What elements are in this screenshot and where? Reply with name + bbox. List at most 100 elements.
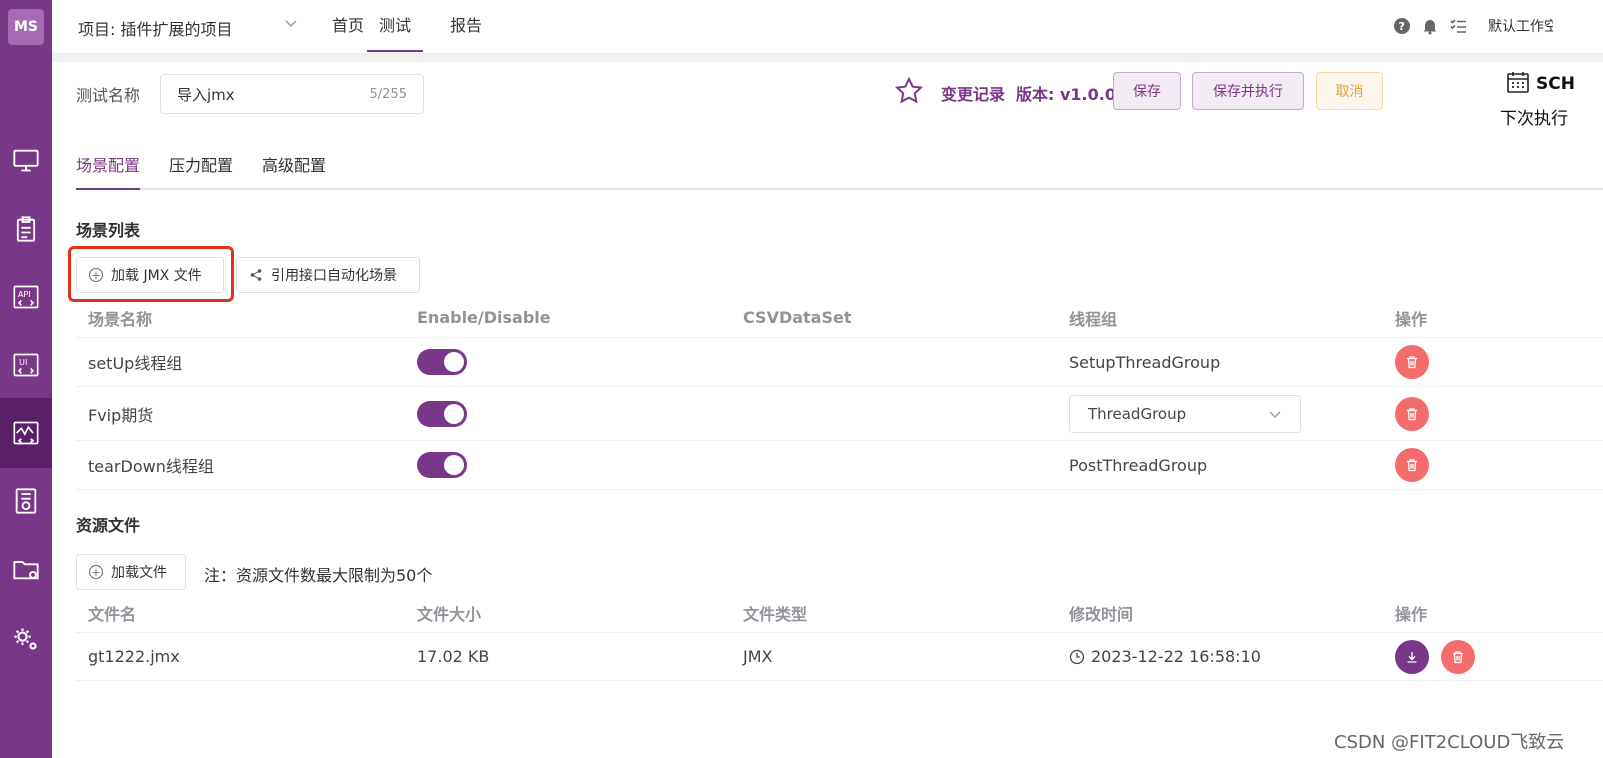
enable-cell xyxy=(417,338,467,386)
thread-group-selected: ThreadGroup xyxy=(1088,404,1187,423)
file-modified: 2023-12-22 16:58:10 xyxy=(1091,647,1261,666)
ui-icon: UI xyxy=(13,353,39,377)
bell-icon[interactable] xyxy=(1421,17,1439,35)
nav-test[interactable]: 测试 xyxy=(367,0,424,52)
col-actions: 操作 xyxy=(1395,309,1428,329)
modified-cell: 2023-12-22 16:58:10 xyxy=(1069,633,1261,680)
delete-button[interactable] xyxy=(1395,345,1429,379)
top-navbar: 项目: 插件扩展的项目 首页 测试 报告 ? 默认工作空间 xyxy=(52,0,1603,54)
sidebar-item-api[interactable]: API xyxy=(0,262,52,332)
main-content: 测试名称 导入jmx 5/255 变更记录 版本: v1.0.0 保存 保存并执… xyxy=(64,62,1603,758)
delete-button[interactable] xyxy=(1395,396,1429,431)
enable-toggle[interactable] xyxy=(417,400,467,427)
scene-name: setUp线程组 xyxy=(88,354,183,373)
schedule-label[interactable]: SCH xyxy=(1536,74,1575,94)
clock-icon xyxy=(1069,649,1085,664)
tab-scene-config[interactable]: 场景配置 xyxy=(76,154,141,190)
next-run-label: 下次执行 xyxy=(1500,109,1568,129)
sidebar-item-track[interactable] xyxy=(0,194,52,264)
table-row: Fvip期货 ThreadGroup xyxy=(76,387,1603,441)
change-log-link[interactable]: 变更记录 xyxy=(941,81,1005,105)
chevron-down-icon xyxy=(1269,411,1281,418)
sidebar-item-ui[interactable]: UI xyxy=(0,330,52,400)
plus-circle-icon: + xyxy=(89,268,103,282)
thread-group: SetupThreadGroup xyxy=(1069,352,1221,372)
enable-toggle[interactable] xyxy=(417,452,467,478)
calendar-icon[interactable] xyxy=(1506,70,1530,94)
version-label: 版本: v1.0.0 xyxy=(1016,85,1116,104)
sidebar-item-report[interactable] xyxy=(0,466,52,536)
scene-list-title: 场景列表 xyxy=(76,221,141,240)
chevron-down-icon[interactable] xyxy=(284,16,298,30)
svg-text:API: API xyxy=(18,289,31,299)
trash-icon xyxy=(1453,650,1463,663)
col-file-size: 文件大小 xyxy=(417,604,482,624)
header-divider xyxy=(52,54,1603,62)
scene-name: Fvip期货 xyxy=(88,405,154,425)
table-row: gt1222.jmx 17.02 KB JMX 2023-12-22 16:58… xyxy=(76,633,1603,681)
tab-pressure-config[interactable]: 压力配置 xyxy=(169,154,233,190)
file-size: 17.02 KB xyxy=(417,647,490,666)
actions-cell xyxy=(1395,441,1429,489)
load-file-label: 加载文件 xyxy=(111,565,167,581)
gear-icon xyxy=(14,628,37,650)
file-name: gt1222.jmx xyxy=(88,647,180,666)
save-and-run-button[interactable]: 保存并执行 xyxy=(1192,72,1304,110)
help-icon[interactable]: ? xyxy=(1393,17,1411,35)
project-selector[interactable]: 项目: 插件扩展的项目 xyxy=(78,16,232,40)
load-jmx-button[interactable]: + 加载 JMX 文件 xyxy=(76,257,224,293)
tab-advanced-config[interactable]: 高级配置 xyxy=(262,154,326,190)
col-file-type: 文件类型 xyxy=(743,604,808,624)
workspace-selector[interactable]: 默认工作空间 xyxy=(1488,16,1553,36)
save-button[interactable]: 保存 xyxy=(1113,72,1181,110)
nav-home[interactable]: 首页 xyxy=(332,0,364,52)
cancel-button[interactable]: 取消 xyxy=(1316,72,1383,110)
col-file-actions: 操作 xyxy=(1395,604,1428,624)
thread-group-cell: ThreadGroup xyxy=(1069,387,1301,440)
thread-group-select[interactable]: ThreadGroup xyxy=(1069,394,1301,433)
sidebar-item-project[interactable] xyxy=(0,534,52,604)
table-row: tearDown线程组 PostThreadGroup xyxy=(76,441,1603,490)
watermark: CSDN @FIT2CLOUD飞致云 xyxy=(1334,732,1565,753)
table-row: setUp线程组 SetupThreadGroup xyxy=(76,338,1603,387)
col-file-name: 文件名 xyxy=(88,604,137,624)
enable-toggle[interactable] xyxy=(417,349,467,375)
download-button[interactable] xyxy=(1395,639,1429,674)
trash-icon xyxy=(1407,356,1417,369)
col-scene-name: 场景名称 xyxy=(88,309,153,329)
load-file-button[interactable]: + 加载文件 xyxy=(76,554,186,590)
resource-files-title: 资源文件 xyxy=(76,516,141,535)
test-name-count: 5/255 xyxy=(369,86,407,102)
star-icon[interactable] xyxy=(894,76,924,106)
reference-scene-button[interactable]: 引用接口自动化场景 xyxy=(236,257,420,293)
trash-icon xyxy=(1407,407,1417,420)
app-logo[interactable]: MS xyxy=(0,0,52,54)
col-modified-time: 修改时间 xyxy=(1069,604,1134,624)
clipboard-icon xyxy=(16,216,36,242)
delete-button[interactable] xyxy=(1395,448,1429,482)
svg-text:UI: UI xyxy=(19,357,27,367)
delete-file-button[interactable] xyxy=(1441,639,1475,674)
sidebar-item-settings[interactable] xyxy=(0,604,52,674)
enable-cell xyxy=(417,441,467,489)
sidebar-item-performance[interactable] xyxy=(0,398,52,468)
load-jmx-label: 加载 JMX 文件 xyxy=(111,268,202,284)
actions-cell xyxy=(1395,387,1429,440)
api-icon: API xyxy=(13,285,39,309)
col-thread-group: 线程组 xyxy=(1069,309,1118,329)
test-name-input[interactable]: 导入jmx 5/255 xyxy=(160,74,424,114)
resource-table-header: 文件名 文件大小 文件类型 修改时间 操作 xyxy=(76,593,1603,633)
download-icon xyxy=(1407,651,1417,663)
reference-scene-label: 引用接口自动化场景 xyxy=(271,268,397,284)
scene-name: tearDown线程组 xyxy=(88,457,214,476)
share-icon xyxy=(250,269,262,281)
sidebar: MS API UI xyxy=(0,0,52,758)
plus-circle-icon: + xyxy=(89,565,103,579)
nav-report[interactable]: 报告 xyxy=(450,0,482,52)
trash-icon xyxy=(1407,459,1417,472)
test-name-value: 导入jmx xyxy=(177,85,235,104)
folder-settings-icon xyxy=(13,561,39,580)
sidebar-item-workstation[interactable] xyxy=(0,125,52,195)
task-list-icon[interactable] xyxy=(1449,17,1467,35)
enable-cell xyxy=(417,387,467,440)
